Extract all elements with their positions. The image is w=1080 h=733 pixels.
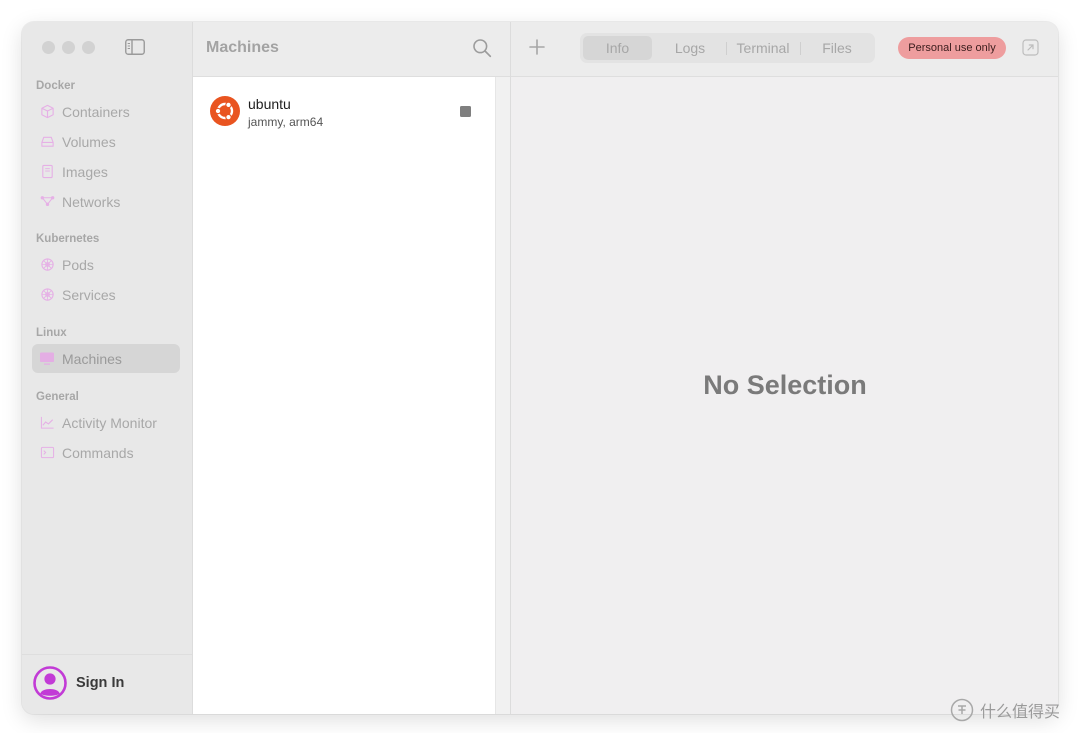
document-icon [39, 164, 55, 180]
sidebar: Docker Containers Volumes Images Network… [22, 22, 192, 714]
section-general: General [36, 391, 79, 403]
tab-info[interactable]: Info [583, 36, 652, 60]
stop-icon[interactable] [460, 106, 471, 117]
sidebar-item-networks[interactable]: Networks [32, 187, 180, 216]
section-kubernetes: Kubernetes [36, 233, 100, 245]
search-icon[interactable] [472, 38, 492, 58]
minimize-window-button[interactable] [62, 41, 75, 54]
sidebar-item-machines[interactable]: Machines [32, 344, 180, 373]
detail-pane: Info Logs Terminal Files Personal use on… [510, 22, 1058, 714]
sidebar-item-containers[interactable]: Containers [32, 97, 180, 126]
sidebar-item-label: Volumes [62, 133, 116, 150]
section-linux: Linux [36, 327, 67, 339]
drive-icon [39, 134, 55, 150]
tab-terminal[interactable]: Terminal [727, 36, 799, 60]
sidebar-item-activity-monitor[interactable]: Activity Monitor [32, 408, 180, 437]
add-icon[interactable] [528, 38, 546, 56]
sign-in-label: Sign In [76, 675, 125, 691]
sidebar-item-commands[interactable]: Commands [32, 438, 180, 467]
open-external-icon[interactable] [1022, 39, 1039, 56]
watermark-logo-icon [950, 698, 974, 722]
helm-icon [39, 257, 55, 273]
tab-files[interactable]: Files [801, 36, 873, 60]
section-docker: Docker [36, 80, 75, 92]
list-item[interactable]: ubuntu jammy, arm64 [193, 84, 495, 140]
sidebar-item-volumes[interactable]: Volumes [32, 127, 180, 156]
sidebar-item-label: Images [62, 163, 108, 180]
sidebar-item-label: Commands [62, 444, 134, 461]
sidebar-divider [22, 654, 192, 655]
sidebar-item-label: Machines [62, 350, 122, 367]
app-window: Docker Containers Volumes Images Network… [22, 22, 1058, 714]
network-icon [39, 194, 55, 210]
machine-detail: jammy, arm64 [248, 115, 324, 129]
sign-in-button[interactable]: Sign In [33, 666, 124, 700]
license-badge[interactable]: Personal use only [898, 37, 1006, 59]
machine-name: ubuntu [248, 96, 291, 112]
detail-tabs: Info Logs Terminal Files [580, 33, 875, 63]
sidebar-item-label: Pods [62, 256, 94, 273]
sidebar-item-pods[interactable]: Pods [32, 250, 180, 279]
detail-toolbar: Info Logs Terminal Files Personal use on… [511, 22, 1058, 77]
sidebar-item-label: Services [62, 286, 116, 303]
chart-icon [39, 415, 55, 431]
list-header: Machines [193, 22, 511, 77]
sidebar-item-label: Containers [62, 103, 130, 120]
close-window-button[interactable] [42, 41, 55, 54]
tab-logs[interactable]: Logs [654, 36, 726, 60]
watermark-text: 什么值得买 [980, 704, 1061, 721]
sidebar-item-label: Networks [62, 193, 121, 210]
sidebar-item-label: Activity Monitor [62, 414, 157, 431]
helm-icon [39, 287, 55, 303]
terminal-icon [39, 445, 55, 461]
avatar-icon [33, 666, 67, 700]
page-title: Machines [206, 39, 279, 56]
ubuntu-logo-icon [210, 96, 240, 126]
zoom-window-button[interactable] [82, 41, 95, 54]
window-controls [42, 41, 95, 54]
sidebar-item-services[interactable]: Services [32, 280, 180, 309]
watermark: 什么值得买 [950, 698, 1060, 722]
sidebar-item-images[interactable]: Images [32, 157, 180, 186]
monitor-icon [39, 351, 55, 367]
machines-list-pane: Machines ubuntu jammy, arm64 [192, 22, 512, 714]
cube-icon [39, 104, 55, 120]
sidebar-toggle-icon[interactable] [125, 39, 145, 55]
empty-state-text: No Selection [703, 370, 867, 400]
